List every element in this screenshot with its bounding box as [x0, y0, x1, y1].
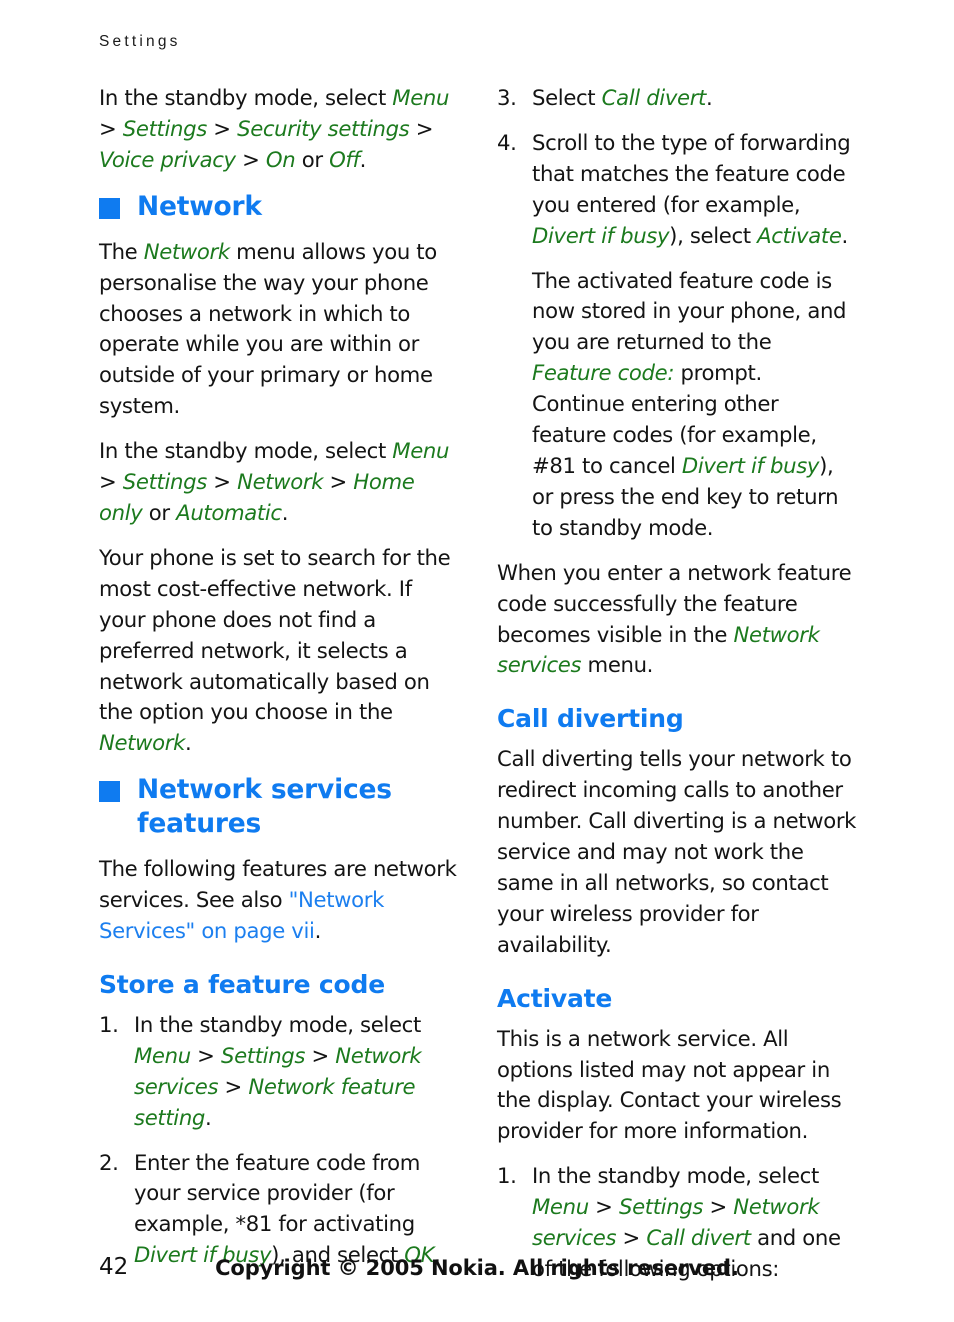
- menu-term: Menu: [134, 1042, 191, 1068]
- text-part: menu allows you to personalise the way y…: [99, 238, 437, 419]
- manual-page: Settings In the standby mode, select Men…: [0, 0, 954, 1322]
- network-heading: Network: [99, 190, 459, 224]
- divert-if-busy-term: Divert if busy: [681, 452, 820, 478]
- network-heading-label: Network: [137, 190, 262, 222]
- step-number: 2.: [99, 1149, 119, 1175]
- off-term: Off: [329, 146, 360, 172]
- text-lead: In the standby mode, select: [99, 85, 393, 110]
- path-separator: >: [206, 469, 238, 495]
- period: .: [359, 146, 367, 172]
- step-number: 3.: [497, 85, 517, 110]
- or-text: or: [295, 146, 330, 172]
- page-footer: 42 Copyright © 2005 Nokia. All rights re…: [0, 1254, 954, 1294]
- path-separator: >: [99, 115, 123, 141]
- text-part: Scroll to the type of forwarding that ma…: [532, 129, 851, 217]
- divert-if-busy-term: Divert if busy: [532, 222, 670, 248]
- store-a-feature-code-heading: Store a feature code: [99, 969, 385, 999]
- running-header: Settings: [99, 33, 181, 50]
- text-part: The: [99, 238, 144, 264]
- network-search-paragraph: Your phone is set to search for the most…: [99, 543, 459, 759]
- step-number: 4.: [497, 129, 517, 155]
- text-part: Your phone is set to search for the most…: [99, 544, 451, 725]
- text-lead: In the standby mode, select: [134, 1011, 421, 1037]
- period: .: [314, 918, 322, 944]
- right-column: 3. Select Call divert. 4. Scroll to the ty…: [497, 83, 857, 1299]
- store-feature-code-steps-continued: 3. Select Call divert. 4. Scroll to the ty…: [497, 83, 857, 544]
- settings-term: Settings: [220, 1042, 306, 1068]
- period: .: [281, 499, 289, 525]
- settings-term: Settings: [122, 115, 207, 141]
- call-diverting-heading: Call diverting: [497, 704, 684, 734]
- voice-privacy-term: Voice privacy: [99, 146, 236, 172]
- path-separator: >: [305, 1042, 336, 1068]
- text-part: ), select: [669, 222, 758, 248]
- path-separator: >: [206, 115, 238, 141]
- feature-code-prompt-term: Feature code:: [532, 360, 675, 386]
- call-divert-term: Call divert: [601, 85, 707, 110]
- network-term: Network: [143, 238, 230, 264]
- two-column-body: In the standby mode, select Menu > Setti…: [0, 83, 954, 1281]
- left-column: In the standby mode, select Menu > Setti…: [99, 83, 459, 1285]
- settings-term: Settings: [618, 1194, 704, 1220]
- path-separator: >: [703, 1194, 734, 1220]
- network-term: Network: [99, 730, 186, 756]
- feature-visible-paragraph: When you enter a network feature code su…: [497, 558, 857, 682]
- path-separator: >: [409, 115, 434, 141]
- menu-term: Menu: [392, 438, 450, 464]
- period: .: [205, 1104, 212, 1130]
- list-item: 2. Enter the feature code from your servi…: [99, 1148, 459, 1272]
- text-part: Enter the feature code from your service…: [134, 1149, 421, 1237]
- list-item: 3. Select Call divert.: [497, 83, 857, 114]
- path-separator: >: [218, 1073, 249, 1099]
- step-number: 1.: [497, 1163, 517, 1189]
- automatic-term: Automatic: [176, 499, 282, 525]
- activate-paragraph: This is a network service. All options l…: [497, 1025, 842, 1144]
- path-separator: >: [235, 146, 266, 172]
- step-4-sub-paragraph: The activated feature code is now stored…: [532, 266, 857, 544]
- copyright-notice: Copyright © 2005 Nokia. All rights reser…: [215, 1256, 739, 1280]
- period: .: [841, 222, 849, 248]
- text-lead: Select: [532, 85, 602, 110]
- list-item: 4. Scroll to the type of forwarding that …: [497, 128, 857, 544]
- voice-privacy-path-paragraph: In the standby mode, select Menu > Setti…: [99, 83, 459, 176]
- text-part: menu.: [581, 652, 654, 678]
- call-diverting-paragraph: Call diverting tells your network to red…: [497, 746, 857, 957]
- text-part: The activated feature code is now stored…: [532, 267, 847, 355]
- square-bullet-icon: [99, 197, 120, 219]
- period: .: [185, 730, 192, 756]
- path-separator: >: [588, 1194, 619, 1220]
- period: .: [706, 85, 713, 110]
- on-term: On: [265, 146, 296, 172]
- text-part: The following features are network servi…: [99, 856, 457, 913]
- step-number: 1.: [99, 1011, 119, 1037]
- path-separator: >: [323, 469, 354, 495]
- network-services-intro-paragraph: The following features are network servi…: [99, 854, 459, 947]
- heading-line-1: Network services: [137, 774, 392, 806]
- network-description-paragraph: The Network menu allows you to personali…: [99, 237, 459, 422]
- path-separator: >: [190, 1042, 221, 1068]
- path-separator: >: [99, 469, 123, 495]
- heading-line-2: features: [137, 808, 262, 840]
- text-lead: In the standby mode, select: [532, 1163, 819, 1189]
- store-feature-code-steps: 1. In the standby mode, select Menu > Set…: [99, 1010, 459, 1271]
- or-text: or: [142, 499, 177, 525]
- text-lead: In the standby mode, select: [99, 438, 393, 464]
- path-separator: >: [616, 1225, 647, 1251]
- network-term: Network: [237, 469, 324, 495]
- network-services-features-heading: Network services features: [99, 773, 459, 841]
- activate-heading: Activate: [497, 983, 613, 1013]
- activate-term: Activate: [757, 222, 842, 248]
- list-item: 1. In the standby mode, select Menu > Set…: [99, 1010, 459, 1134]
- square-bullet-icon: [99, 781, 120, 803]
- menu-term: Menu: [532, 1194, 589, 1220]
- network-path-paragraph: In the standby mode, select Menu > Setti…: [99, 436, 459, 529]
- call-divert-term: Call divert: [646, 1225, 751, 1251]
- security-settings-term: Security settings: [237, 115, 410, 141]
- settings-term: Settings: [122, 469, 207, 495]
- menu-term: Menu: [392, 85, 450, 110]
